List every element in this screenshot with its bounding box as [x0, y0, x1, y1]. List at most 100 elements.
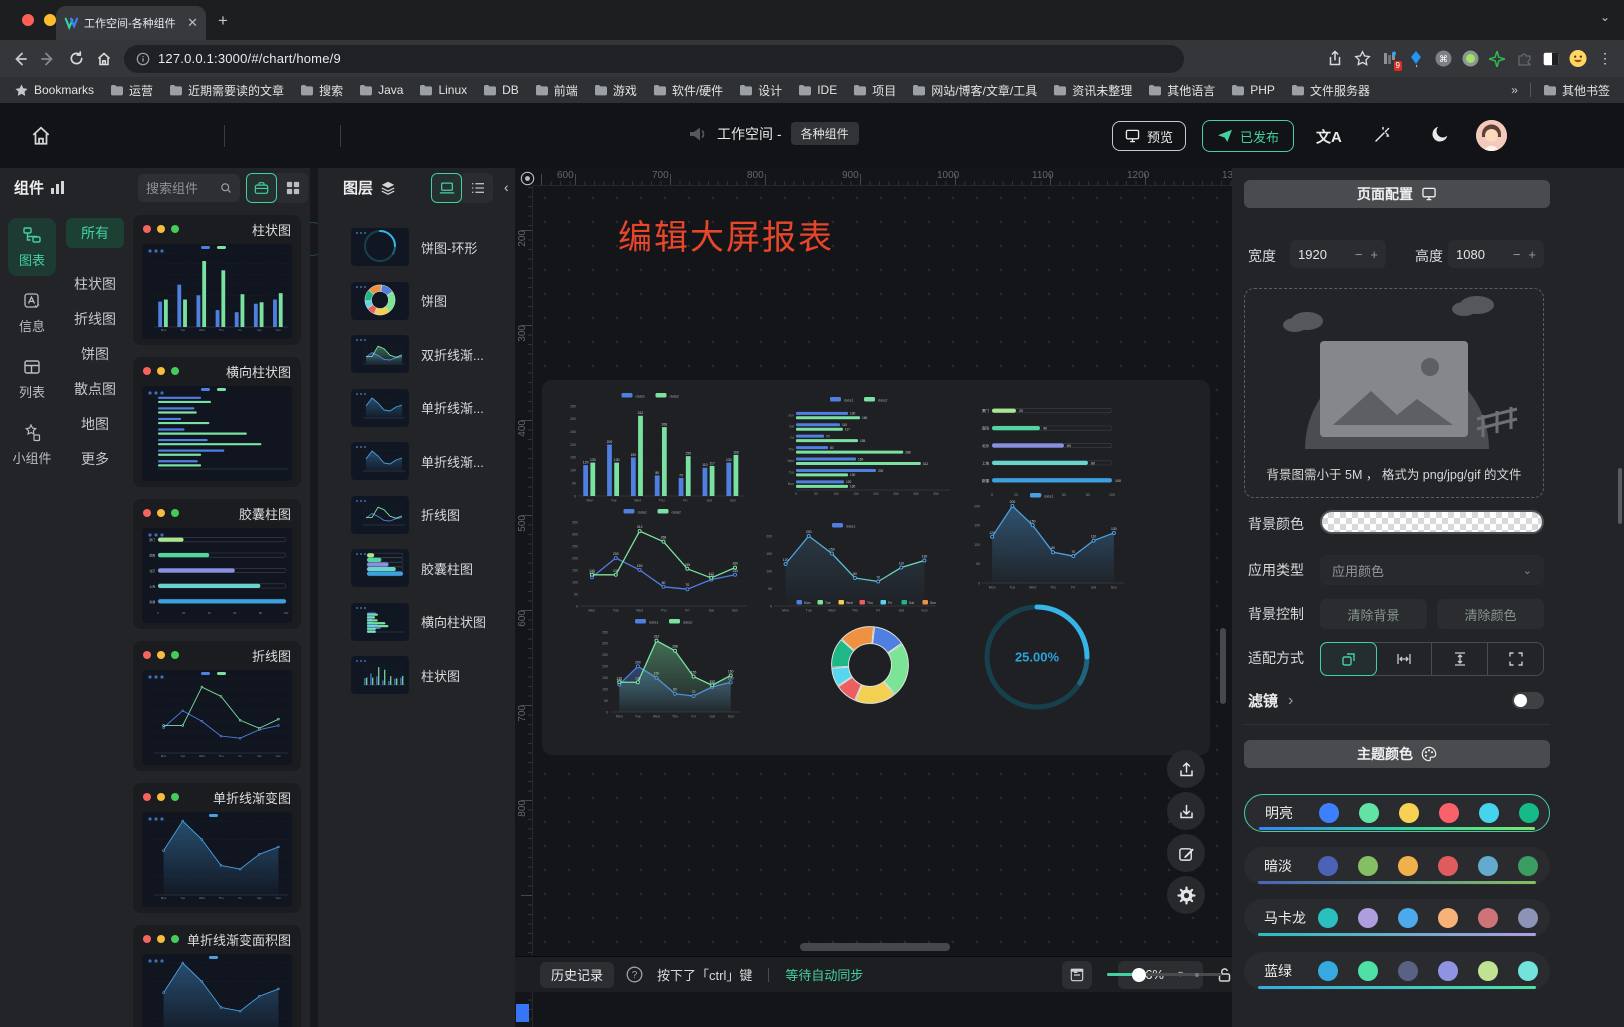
clear-background-button[interactable]: 清除背景	[1320, 599, 1427, 629]
tab-close-icon[interactable]: ✕	[187, 15, 198, 31]
bookmark-item[interactable]: 软件/硬件	[653, 82, 723, 99]
decrement-icon[interactable]: −	[1513, 247, 1521, 262]
layer-item-单折线渐...[interactable]: 单折线渐...	[318, 384, 515, 432]
dark-mode-button[interactable]	[1430, 124, 1450, 144]
bar-chart-widget[interactable]: data1data2050100150200250300350120130200…	[558, 390, 753, 508]
clear-color-button[interactable]: 清除颜色	[1437, 599, 1544, 629]
browser-menu-icon[interactable]: ⋮	[1596, 50, 1614, 68]
theme-row-蓝绿[interactable]: 蓝绿	[1244, 952, 1550, 990]
extension-command-icon[interactable]: ⌘	[1434, 50, 1452, 68]
browser-tab[interactable]: 工作空间-各种组件 ✕	[56, 6, 206, 40]
bookmark-item[interactable]: 搜索	[300, 82, 343, 99]
horizontal-scrollbar[interactable]	[800, 943, 950, 951]
filter-toggle[interactable]	[1512, 692, 1544, 709]
bookmark-item[interactable]: 运营	[110, 82, 153, 99]
layer-item-单折线渐...[interactable]: 单折线渐...	[318, 437, 515, 485]
chevron-right-icon[interactable]: ›	[1288, 692, 1293, 710]
home-button[interactable]	[30, 125, 52, 147]
increment-icon[interactable]: +	[1528, 247, 1536, 262]
layer-item-双折线渐...[interactable]: 双折线渐...	[318, 330, 515, 378]
artboard[interactable]: data1data2050100150200250300350120130200…	[542, 380, 1210, 755]
theme-row-马卡龙[interactable]: 马卡龙	[1244, 899, 1550, 937]
help-icon[interactable]: ?	[626, 966, 643, 983]
language-button[interactable]: 文A	[1316, 126, 1342, 147]
bookmark-item[interactable]: 文件服务器	[1291, 82, 1370, 99]
collapse-panel-icon[interactable]: ‹	[504, 179, 509, 195]
grid-view-button[interactable]	[277, 173, 308, 203]
extension-star-icon[interactable]	[1488, 50, 1506, 68]
category-更多[interactable]: 更多	[66, 444, 124, 474]
other-bookmarks[interactable]: 其他书签	[1543, 82, 1610, 99]
extension-sliders-icon[interactable]: 9	[1380, 50, 1398, 68]
theme-row-暗淡[interactable]: 暗淡	[1244, 847, 1550, 885]
category-折线图[interactable]: 折线图	[66, 304, 124, 334]
profile-avatar-icon[interactable]	[1569, 50, 1587, 68]
fit-full-button[interactable]	[1488, 643, 1543, 675]
history-button[interactable]: 历史记录	[540, 962, 614, 988]
category-地图[interactable]: 地图	[66, 409, 124, 439]
layer-item-饼图-环形[interactable]: 饼图-环形	[318, 223, 515, 271]
canvas-text-widget[interactable]: 编辑大屏报表	[618, 210, 834, 259]
category-饼图[interactable]: 饼图	[66, 339, 124, 369]
panel-scrollbar[interactable]	[1618, 468, 1622, 524]
vertical-scrollbar[interactable]	[1220, 628, 1226, 704]
bookmark-item[interactable]: IDE	[798, 82, 837, 99]
toggle-visibility-eye-icon[interactable]	[519, 170, 535, 186]
component-card-单折线渐变面积图[interactable]: 单折线渐变面积图MonTueWedThuFriSatSun	[133, 925, 301, 1027]
new-tab-button[interactable]: +	[218, 11, 228, 31]
user-avatar[interactable]	[1476, 120, 1507, 151]
list-view-button[interactable]	[462, 173, 493, 203]
bookmark-item[interactable]: DB	[483, 82, 519, 99]
extension-kite-icon[interactable]	[1407, 50, 1425, 68]
fit-width-button[interactable]	[1376, 643, 1432, 675]
bookmark-item[interactable]: Java	[359, 82, 403, 99]
tab-search-chevron-icon[interactable]: ⌄	[1600, 10, 1610, 24]
search-input[interactable]	[146, 181, 216, 196]
window-minimize-button[interactable]	[44, 14, 56, 26]
component-card-胶囊柱图[interactable]: 胶囊柱图厦门南阳北京上海新疆020406080100	[133, 499, 301, 629]
capsule-chart-widget[interactable]: 厦门20南阳40北京60上海80新疆100020406080100	[966, 398, 1128, 503]
home-icon[interactable]	[90, 45, 118, 73]
bookmark-item[interactable]: 游戏	[594, 82, 637, 99]
dual-area-chart-widget[interactable]: data1data2050100150200250300350120200150…	[590, 616, 748, 724]
site-info-icon[interactable]	[136, 52, 150, 66]
component-card-单折线渐变图[interactable]: 单折线渐变图MonTueWedThuFriSatSun	[133, 783, 301, 913]
bookmark-item[interactable]: 项目	[853, 82, 896, 99]
width-stepper[interactable]: 1920 −+	[1290, 240, 1386, 268]
area-line-chart-widget[interactable]: data10501001502001202001508070110130MonT…	[962, 490, 1132, 595]
bookmarks-root[interactable]: Bookmarks	[14, 83, 94, 98]
bookmark-item[interactable]: 近期需要读的文章	[169, 82, 284, 99]
bg-color-swatch[interactable]	[1320, 510, 1544, 534]
bookmark-star-icon[interactable]	[1353, 50, 1371, 68]
back-icon[interactable]	[6, 45, 34, 73]
fit-scale-button[interactable]	[1320, 642, 1377, 676]
layer-item-饼图[interactable]: 饼图	[318, 277, 515, 325]
zoom-slider-knob[interactable]	[1132, 968, 1146, 982]
theme-row-明亮[interactable]: 明亮	[1244, 794, 1550, 832]
bookmark-item[interactable]: 前端	[535, 82, 578, 99]
bookmark-item[interactable]: 其他语言	[1148, 82, 1215, 99]
dual-line-chart-widget[interactable]: data1data2050100150200250300350120200150…	[560, 506, 755, 618]
height-stepper[interactable]: 1080 −+	[1448, 240, 1544, 268]
extension-puzzle-icon[interactable]	[1515, 50, 1533, 68]
briefcase-view-button[interactable]	[246, 173, 277, 203]
sidebar-nav-小组件[interactable]: 小组件	[8, 416, 56, 474]
download-button[interactable]	[1167, 792, 1205, 830]
component-card-折线图[interactable]: 折线图MonTueWedThuFriSatSun	[133, 641, 301, 771]
category-所有[interactable]: 所有	[66, 218, 124, 248]
sidebar-toggle-icon[interactable]	[1542, 50, 1560, 68]
component-card-横向柱状图[interactable]: 横向柱状图	[133, 357, 301, 487]
history-panel-button[interactable]	[1062, 961, 1092, 989]
design-canvas[interactable]: 6007008009001000110012001300 20030040050…	[515, 168, 1232, 1027]
app-type-select[interactable]: 应用颜色 ⌄	[1320, 555, 1544, 585]
sidebar-nav-图表[interactable]: 图表	[8, 218, 56, 276]
thumbnail-view-button[interactable]	[431, 173, 462, 203]
bookmark-item[interactable]: 资讯未整理	[1053, 82, 1132, 99]
extension-green-circle-icon[interactable]	[1461, 50, 1479, 68]
edit-button[interactable]	[1167, 834, 1205, 872]
settings-gear-button[interactable]	[1167, 876, 1205, 914]
pie-chart-widget[interactable]: MonTueWedThuFriSatSun	[780, 596, 960, 724]
sidebar-nav-信息[interactable]: 信息	[8, 284, 56, 342]
decrement-icon[interactable]: −	[1355, 247, 1363, 262]
publish-button[interactable]: 已发布	[1202, 120, 1294, 152]
